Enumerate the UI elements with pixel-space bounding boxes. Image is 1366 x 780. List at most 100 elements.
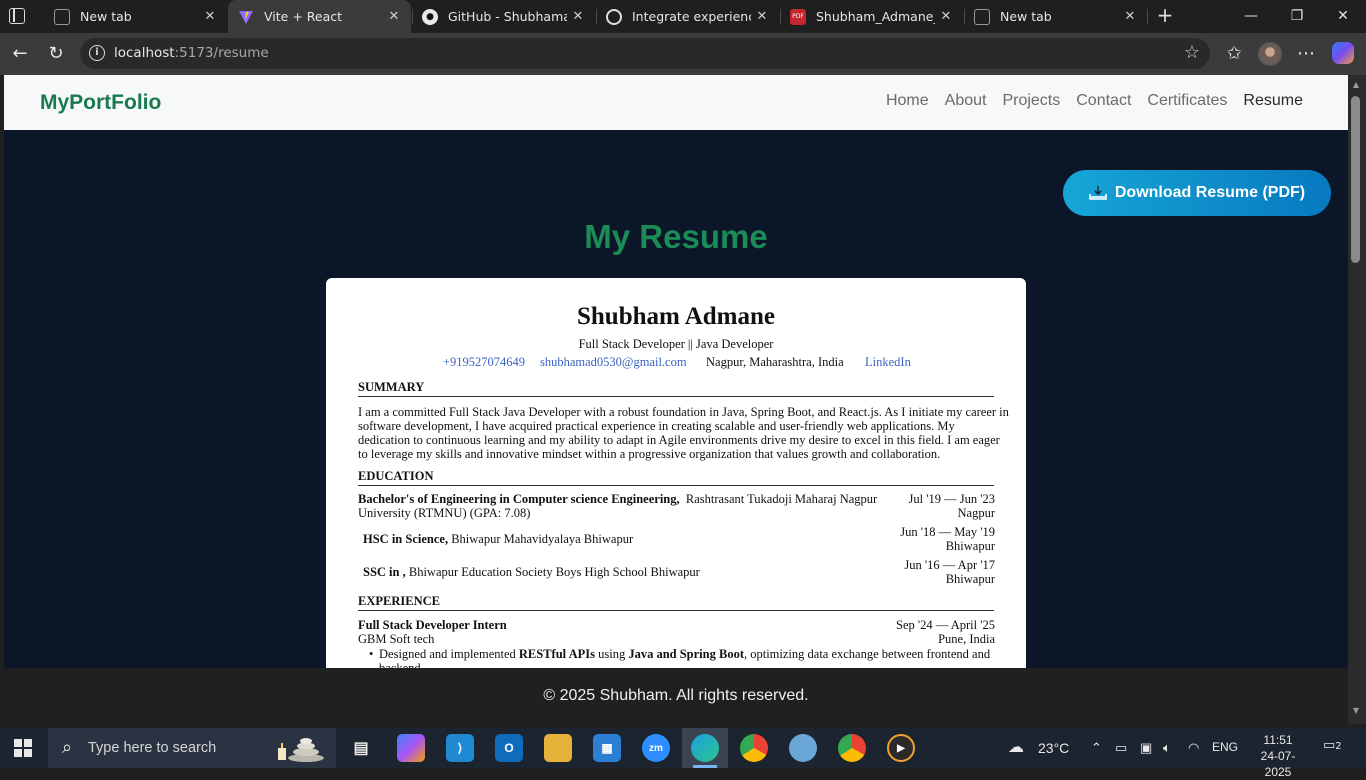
- tab-new-tab-2[interactable]: New tab ✕: [964, 0, 1147, 33]
- resume-phone[interactable]: +919527074649: [443, 355, 525, 370]
- profile-avatar[interactable]: [1258, 42, 1282, 66]
- taskbar-search-box[interactable]: ⌕ Type here to search: [48, 728, 336, 768]
- nav-home[interactable]: Home: [886, 92, 929, 110]
- scrollbar-thumb[interactable]: [1351, 96, 1360, 263]
- show-hidden-icons-chevron-icon[interactable]: ⌃: [1091, 740, 1102, 756]
- tab-separator: [780, 9, 781, 24]
- experience-dates: Sep '24 — April '25: [896, 618, 995, 632]
- tab-new-tab-1[interactable]: New tab ✕: [44, 0, 227, 33]
- language-indicator[interactable]: ENG: [1212, 740, 1238, 754]
- tab-label: GitHub - Shubhamadm: [448, 9, 567, 24]
- close-tab-icon[interactable]: ✕: [567, 9, 589, 24]
- tab-vite-react[interactable]: Vite + React ✕: [228, 0, 411, 33]
- chrome-icon[interactable]: [740, 734, 768, 762]
- education-school: Bhiwapur Mahavidyalaya Bhiwapur: [451, 532, 634, 546]
- favorites-icon[interactable]: ✩: [1221, 41, 1247, 67]
- browser-toolbar: ← ↻ i localhost:5173/resume ☆ ✩ ⋯: [0, 33, 1366, 75]
- experience-title: Full Stack Developer Intern: [358, 618, 507, 632]
- summary-line: software development, I have acquired pr…: [358, 419, 955, 433]
- close-tab-icon[interactable]: ✕: [935, 9, 957, 24]
- browser-tab-strip: New tab ✕ Vite + React ✕ ● GitHub - Shub…: [0, 0, 1366, 33]
- system-clock[interactable]: 11:51 24-07-2025: [1248, 732, 1308, 780]
- tab-label: New tab: [80, 9, 132, 24]
- resume-role: Full Stack Developer || Java Developer: [578, 337, 774, 351]
- bullet-text: using: [594, 647, 629, 661]
- nav-certificates[interactable]: Certificates: [1147, 92, 1227, 110]
- close-window-icon[interactable]: ✕: [1320, 0, 1366, 33]
- scroll-down-arrow-icon[interactable]: ▼: [1351, 706, 1361, 715]
- copilot-icon[interactable]: [1332, 42, 1354, 64]
- restore-icon[interactable]: ❐: [1274, 0, 1320, 33]
- site-info-icon[interactable]: i: [89, 45, 105, 61]
- battery-icon[interactable]: ▭: [1115, 740, 1127, 756]
- tab-integrate-experience[interactable]: Integrate experience se ✕: [596, 0, 779, 33]
- scroll-up-arrow-icon[interactable]: ▲: [1351, 80, 1361, 89]
- windows-start-icon[interactable]: [14, 739, 32, 757]
- education-heading: EDUCATION: [358, 469, 994, 486]
- notification-center-icon[interactable]: ▭2: [1323, 738, 1345, 758]
- tab-actions-icon[interactable]: [9, 8, 25, 24]
- education-entry: HSC in Science, Bhiwapur Mahavidyalaya B…: [363, 532, 633, 546]
- download-label: Download Resume (PDF): [1114, 184, 1306, 201]
- bullet-text: , optimizing data exchange between front…: [743, 647, 991, 661]
- bullet-text: Designed and implemented: [379, 647, 519, 661]
- tab-separator: [596, 9, 597, 24]
- site-brand[interactable]: MyPortFolio: [40, 91, 161, 115]
- more-menu-icon[interactable]: ⋯: [1293, 41, 1319, 67]
- bullet-bold: Java and Spring Boot: [628, 647, 744, 661]
- download-resume-button[interactable]: Download Resume (PDF): [1063, 170, 1331, 216]
- nav-contact[interactable]: Contact: [1076, 92, 1131, 110]
- address-bar[interactable]: i localhost:5173/resume ☆: [80, 38, 1210, 69]
- bullet-bold: RESTful APIs: [518, 647, 595, 661]
- resume-name: Shubham Admane: [577, 303, 775, 330]
- education-school-cont: University (RTMNU) (GPA: 7.08): [358, 506, 531, 520]
- url-path: :5173/resume: [174, 45, 269, 61]
- site-navbar: MyPortFolio Home About Projects Contact …: [4, 75, 1348, 130]
- meet-now-icon[interactable]: ▣: [1140, 740, 1152, 756]
- edge-newtab-icon: [54, 8, 70, 25]
- github-icon: ●: [422, 8, 438, 25]
- search-placeholder: Type here to search: [88, 740, 217, 756]
- new-tab-plus-icon[interactable]: +: [1153, 4, 1177, 28]
- network-icon[interactable]: ◠: [1188, 740, 1199, 756]
- paint-icon[interactable]: [789, 734, 817, 762]
- file-explorer-icon[interactable]: [544, 734, 572, 762]
- copilot-app-icon[interactable]: [397, 734, 425, 762]
- education-dates: Jun '16 — Apr '17: [904, 558, 995, 572]
- weather-icon[interactable]: ☁: [1008, 737, 1024, 757]
- nav-links: Home About Projects Contact Certificates…: [886, 92, 1303, 110]
- task-view-icon[interactable]: ▤: [347, 734, 375, 762]
- education-place: Bhiwapur: [945, 572, 995, 586]
- summary-line: dedication to continuous learning and my…: [358, 433, 1000, 447]
- microsoft-store-icon[interactable]: ▦: [593, 734, 621, 762]
- nav-projects[interactable]: Projects: [1002, 92, 1060, 110]
- refresh-icon[interactable]: ↻: [43, 41, 69, 67]
- summary-heading: SUMMARY: [358, 380, 994, 397]
- tab-separator: [1147, 9, 1148, 24]
- tab-cv-pdf[interactable]: PDF Shubham_Admane_cv.p ✕: [780, 0, 963, 33]
- tab-github[interactable]: ● GitHub - Shubhamadm ✕: [412, 0, 595, 33]
- close-tab-icon[interactable]: ✕: [751, 9, 773, 24]
- nav-resume[interactable]: Resume: [1243, 92, 1303, 110]
- close-tab-icon[interactable]: ✕: [199, 9, 221, 24]
- zoom-icon[interactable]: zm: [642, 734, 670, 762]
- volume-icon[interactable]: 🔈︎: [1163, 740, 1171, 756]
- nav-about[interactable]: About: [945, 92, 987, 110]
- weather-temp[interactable]: 23°C: [1038, 740, 1069, 756]
- back-arrow-icon[interactable]: ←: [7, 41, 33, 67]
- close-tab-icon[interactable]: ✕: [383, 9, 405, 24]
- media-player-icon[interactable]: ▶: [887, 734, 915, 762]
- tab-label: Vite + React: [264, 9, 343, 24]
- resume-email[interactable]: shubhamad0530@gmail.com: [540, 355, 687, 370]
- edge-icon[interactable]: [691, 734, 719, 768]
- chrome-profile-icon[interactable]: [838, 734, 866, 762]
- tab-label: Integrate experience se: [632, 9, 751, 24]
- url-text[interactable]: localhost:5173/resume: [114, 45, 269, 61]
- favorite-star-icon[interactable]: ☆: [1184, 42, 1200, 63]
- download-tray-icon: [1089, 186, 1107, 200]
- minimize-icon[interactable]: —: [1228, 0, 1274, 33]
- vscode-icon[interactable]: ⟩: [446, 734, 474, 762]
- close-tab-icon[interactable]: ✕: [1119, 9, 1141, 24]
- resume-linkedin[interactable]: LinkedIn: [865, 355, 911, 370]
- outlook-icon[interactable]: O: [495, 734, 523, 762]
